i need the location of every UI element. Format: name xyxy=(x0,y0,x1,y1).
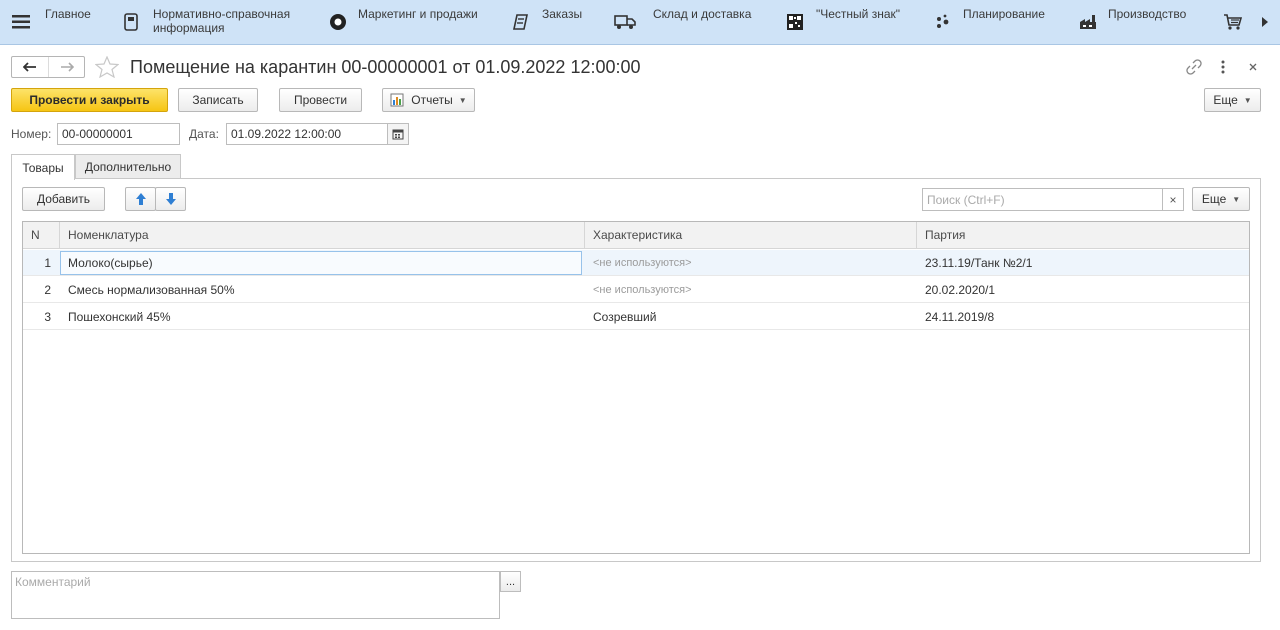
nav-label-line1: Нормативно-справочная xyxy=(153,7,291,21)
calendar-button[interactable] xyxy=(387,123,409,145)
nav-item-cart[interactable] xyxy=(1220,0,1250,45)
date-field[interactable]: 01.09.2022 12:00:00 xyxy=(226,123,388,145)
batch-cell[interactable]: 20.02.2020/1 xyxy=(925,277,1245,303)
menu-icon xyxy=(10,11,32,33)
arrow-left-icon xyxy=(23,62,36,72)
scroll-right-icon[interactable] xyxy=(1256,13,1274,31)
move-down-button[interactable] xyxy=(155,187,186,211)
date-label: Дата: xyxy=(189,127,219,141)
page-title: Помещение на карантин 00-00000001 от 01.… xyxy=(130,57,641,77)
nav-item-warehouse[interactable]: Склад и доставка xyxy=(612,0,772,45)
nav-label-line2: информация xyxy=(153,21,225,35)
favorite-star-icon[interactable] xyxy=(94,55,120,79)
batch-cell[interactable]: 23.11.19/Танк №2/1 xyxy=(925,250,1245,276)
more-button[interactable]: Еще ▼ xyxy=(1204,88,1261,112)
close-icon[interactable] xyxy=(1244,58,1262,76)
characteristic-cell[interactable]: <не используются> xyxy=(593,250,913,276)
item-cell[interactable]: Пошехонский 45% xyxy=(68,304,578,330)
table-header: N Номенклатура Характеристика Партия xyxy=(23,222,1249,249)
reference-info-icon xyxy=(120,11,142,33)
item-cell[interactable]: Смесь нормализованная 50% xyxy=(68,277,578,303)
orders-icon xyxy=(510,11,532,33)
tab-additional[interactable]: Дополнительно xyxy=(75,154,181,179)
arrow-down-icon xyxy=(165,193,176,205)
more-label: Еще xyxy=(1201,192,1227,206)
cart-icon xyxy=(1222,11,1244,33)
report-icon xyxy=(390,93,404,107)
history-navigation xyxy=(11,56,85,78)
dropdown-caret-icon: ▼ xyxy=(1243,95,1252,105)
reports-button[interactable]: Отчеты ▼ xyxy=(382,88,475,112)
more-label: Еще xyxy=(1213,93,1238,107)
nav-item-orders[interactable]: Заказы xyxy=(508,0,598,45)
tab-goods[interactable]: Товары xyxy=(11,154,75,180)
nav-label: "Честный знак" xyxy=(816,7,901,21)
more-actions-icon[interactable] xyxy=(1214,58,1232,76)
item-cell[interactable]: Молоко(сырье) xyxy=(60,251,582,275)
post-button[interactable]: Провести xyxy=(279,88,362,112)
section-panel: Главное Нормативно-справочная информация… xyxy=(0,0,1280,45)
nav-label: Планирование xyxy=(963,7,1045,21)
nav-label: Заказы xyxy=(542,7,583,21)
comment-field[interactable]: Комментарий xyxy=(11,571,500,619)
link-icon[interactable] xyxy=(1185,58,1203,76)
nav-label: Главное xyxy=(45,7,91,21)
column-header-item[interactable]: Номенклатура xyxy=(60,222,583,249)
arrow-right-icon xyxy=(60,62,74,72)
characteristic-cell[interactable]: <не используются> xyxy=(593,277,913,303)
factory-icon xyxy=(1077,11,1099,33)
number-field[interactable]: 00-00000001 xyxy=(57,123,180,145)
move-up-button[interactable] xyxy=(125,187,156,211)
nav-label: Производство xyxy=(1108,7,1187,21)
goods-table: N Номенклатура Характеристика Партия 1 М… xyxy=(22,221,1250,554)
nav-item-production[interactable]: Производство xyxy=(1075,0,1205,45)
dropdown-caret-icon: ▼ xyxy=(1232,194,1241,204)
characteristic-cell[interactable]: Созревший xyxy=(593,304,913,330)
comment-edit-button[interactable]: ... xyxy=(500,571,521,592)
nav-label: Нормативно-справочная информация xyxy=(153,7,290,35)
post-and-close-button[interactable]: Провести и закрыть xyxy=(11,88,168,112)
table-row[interactable]: 1 Молоко(сырье) <не используются> 23.11.… xyxy=(23,250,1249,276)
nav-label: Маркетинг и продажи xyxy=(358,7,478,21)
number-label: Номер: xyxy=(11,127,52,141)
save-button[interactable]: Записать xyxy=(178,88,258,112)
back-button[interactable] xyxy=(12,57,48,77)
row-number: 3 xyxy=(44,310,51,324)
marketing-icon xyxy=(327,11,349,33)
delivery-truck-icon xyxy=(614,11,636,33)
table-row[interactable]: 2 Смесь нормализованная 50% <не использу… xyxy=(23,277,1249,303)
column-header-batch[interactable]: Партия xyxy=(917,222,1247,249)
add-button[interactable]: Добавить xyxy=(22,187,105,211)
calendar-icon xyxy=(392,129,404,140)
arrow-up-icon xyxy=(135,193,146,205)
forward-button[interactable] xyxy=(48,57,84,77)
column-header-n[interactable]: N xyxy=(23,222,59,249)
qr-code-icon xyxy=(784,11,806,33)
table-row[interactable]: 3 Пошехонский 45% Созревший 24.11.2019/8 xyxy=(23,304,1249,330)
nav-label: Склад и доставка xyxy=(653,7,752,21)
nav-item-planning[interactable]: Планирование xyxy=(930,0,1060,45)
reports-label: Отчеты xyxy=(411,93,453,107)
nav-item-main[interactable]: Главное xyxy=(8,0,103,45)
row-number: 1 xyxy=(44,256,51,270)
search-input[interactable]: Поиск (Ctrl+F) xyxy=(922,188,1163,211)
batch-cell[interactable]: 24.11.2019/8 xyxy=(925,304,1245,330)
nav-item-honest-mark[interactable]: "Честный знак" xyxy=(782,0,917,45)
table-more-button[interactable]: Еще ▼ xyxy=(1192,187,1250,211)
dropdown-caret-icon: ▼ xyxy=(458,95,467,105)
row-number: 2 xyxy=(44,283,51,297)
planning-icon xyxy=(932,11,954,33)
clear-search-button[interactable]: × xyxy=(1162,188,1184,211)
column-header-characteristic[interactable]: Характеристика xyxy=(585,222,915,249)
nav-item-marketing[interactable]: Маркетинг и продажи xyxy=(325,0,490,45)
nav-item-reference-info[interactable]: Нормативно-справочная информация xyxy=(118,0,308,45)
